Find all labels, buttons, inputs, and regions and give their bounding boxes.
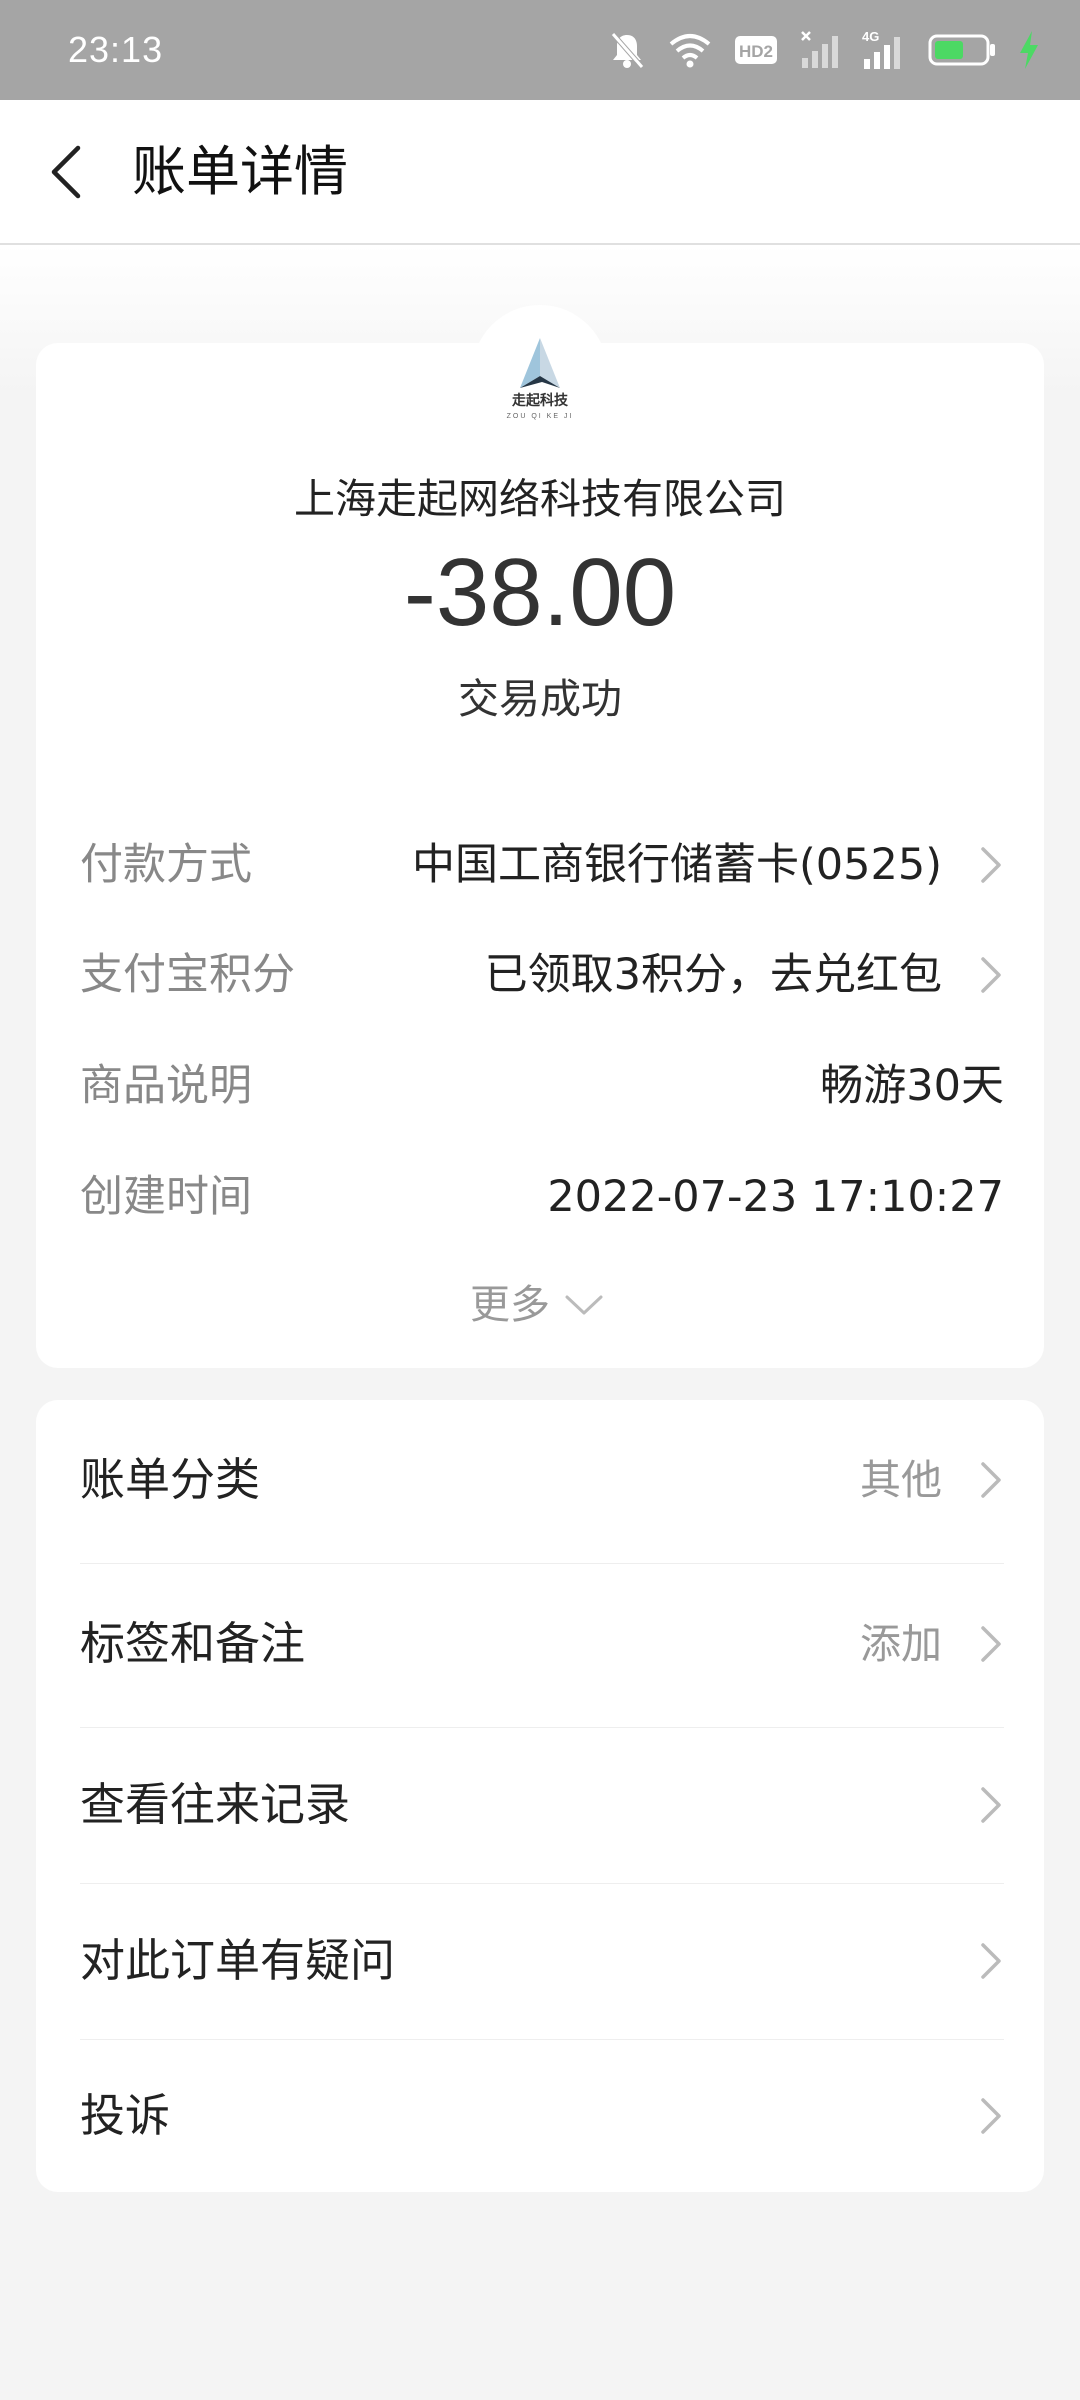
action-label: 对此订单有疑问 <box>80 1934 396 1987</box>
action-row-tags-notes[interactable]: 标签和备注 添加 <box>80 1564 1004 1728</box>
back-button[interactable] <box>36 136 96 208</box>
action-value: 其他 <box>860 1456 942 1504</box>
transaction-amount: -38.00 <box>403 539 677 646</box>
mute-bell-icon <box>611 32 644 69</box>
detail-value: 已领取3积分，去兑红包 <box>484 950 942 1000</box>
status-bar: 23:13 HD2 4G <box>0 0 1080 100</box>
detail-label: 付款方式 <box>80 840 252 890</box>
status-time: 23:13 <box>68 29 164 70</box>
logo-text: 走起科技 <box>512 392 569 409</box>
detail-row-alipay-points[interactable]: 支付宝积分 已领取3积分，去兑红包 <box>80 940 1004 1010</box>
merchant-name: 上海走起网络科技有限公司 <box>294 475 786 523</box>
detail-row-payment-method[interactable]: 付款方式 中国工商银行储蓄卡(0525) <box>80 830 1004 900</box>
chevron-right-icon <box>981 2098 1001 2134</box>
action-row-order-question[interactable]: 对此订单有疑问 <box>80 1884 1004 2040</box>
chevron-right-icon <box>981 1787 1001 1823</box>
detail-label: 支付宝积分 <box>80 950 295 1000</box>
chevron-right-icon <box>981 1943 1001 1979</box>
action-row-view-records[interactable]: 查看往来记录 <box>80 1728 1004 1884</box>
action-label: 标签和备注 <box>80 1617 306 1670</box>
chevron-right-icon <box>981 1462 1001 1498</box>
back-arrow-icon <box>51 145 81 199</box>
header: 账单详情 <box>0 100 1080 245</box>
action-label: 查看往来记录 <box>80 1778 351 1831</box>
signal-4g-icon: 4G <box>862 29 900 69</box>
merchant-logo: 走起科技 ZOU QI KE JI <box>507 338 574 420</box>
chevron-right-icon <box>981 1626 1001 1662</box>
action-label: 投诉 <box>80 2089 171 2142</box>
transaction-status: 交易成功 <box>458 675 622 723</box>
charging-icon <box>1020 31 1038 69</box>
action-label: 账单分类 <box>80 1453 261 1506</box>
battery-icon <box>928 34 995 66</box>
detail-value: 中国工商银行储蓄卡(0525) <box>412 840 942 890</box>
hd-label: HD2 <box>739 42 773 61</box>
detail-value: 2022-07-23 17:10:27 <box>547 1172 1004 1222</box>
chevron-right-icon <box>981 957 1001 993</box>
network-label: 4G <box>862 29 879 44</box>
logo-subtext: ZOU QI KE JI <box>507 413 574 420</box>
action-value: 添加 <box>860 1620 942 1668</box>
hd-icon: HD2 <box>735 36 777 64</box>
action-row-bill-category[interactable]: 账单分类 其他 <box>80 1400 1004 1564</box>
signal-icon <box>801 31 838 68</box>
wifi-icon <box>669 34 711 68</box>
status-icons: HD2 4G <box>608 26 1040 74</box>
chevron-down-icon <box>565 1295 603 1315</box>
action-row-complaint[interactable]: 投诉 <box>80 2040 1004 2192</box>
page-title: 账单详情 <box>132 140 348 203</box>
detail-value: 畅游30天 <box>820 1061 1004 1111</box>
detail-label: 创建时间 <box>80 1172 252 1222</box>
more-toggle[interactable]: 更多 <box>470 1275 630 1335</box>
detail-label: 商品说明 <box>80 1061 252 1111</box>
detail-row-product-description: 商品说明 畅游30天 <box>80 1051 1004 1121</box>
more-label: 更多 <box>470 1282 550 1328</box>
chevron-right-icon <box>981 847 1001 883</box>
detail-row-created-time: 创建时间 2022-07-23 17:10:27 <box>80 1162 1004 1232</box>
